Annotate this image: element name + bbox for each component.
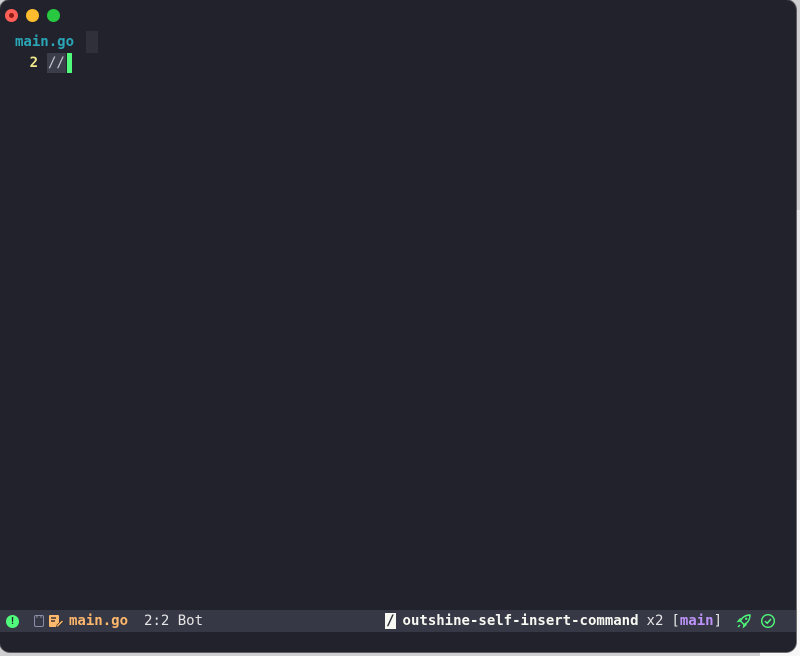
tab-line-filler (86, 31, 99, 53)
code-text[interactable]: // (47, 53, 66, 73)
title-bar[interactable] (0, 0, 796, 30)
mode-line-file-name[interactable]: main.go (69, 613, 128, 629)
emacs-window: main.go 2 // ! main.go 2:2 Bot / outshin… (0, 0, 796, 652)
last-command: outshine-self-insert-command (402, 613, 639, 629)
editor-area[interactable]: 2 // (0, 53, 796, 608)
maximize-window-button[interactable] (47, 9, 60, 22)
echo-area[interactable] (0, 632, 796, 652)
close-window-button[interactable] (5, 9, 18, 22)
line-number: 2 (29, 55, 38, 71)
tab-main-go[interactable]: main.go (5, 31, 85, 53)
cursor-position: 2:2 Bot (144, 613, 204, 629)
status-indicator[interactable]: ! (6, 614, 19, 628)
command-prefix-marker: / (385, 613, 396, 629)
mode-line: ! main.go 2:2 Bot / outshine-self-insert… (0, 610, 796, 632)
command-repeat-count: x2 (646, 613, 664, 629)
code-line[interactable]: 2 // (0, 53, 72, 73)
minimize-window-button[interactable] (26, 9, 39, 22)
branch-name: main (679, 613, 714, 629)
check-circle-icon[interactable] (760, 613, 776, 629)
tab-label: main.go (15, 34, 75, 50)
tab-line: main.go (5, 31, 99, 53)
modified-file-icon (48, 613, 64, 629)
buffer-state-icon (33, 613, 45, 629)
vc-branch[interactable]: [main] (671, 613, 722, 629)
branch-open-bracket: [ (671, 613, 680, 629)
branch-close-bracket: ] (713, 613, 722, 629)
rocket-icon[interactable] (736, 613, 752, 629)
text-cursor (66, 53, 72, 73)
